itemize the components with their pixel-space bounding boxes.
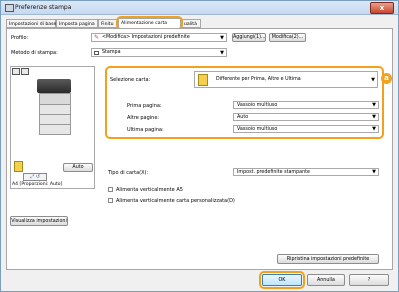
output-method-value: Stampa [102, 50, 121, 55]
paper-size-label: A4 [Proporzioni: Auto] [12, 182, 63, 187]
chevron-down-icon: ▼ [372, 126, 376, 132]
printer-icon [5, 4, 14, 12]
feed-custom-vertically-label: Alimenta verticalmente carta personalizz… [116, 198, 235, 204]
chevron-down-icon: ▼ [371, 77, 375, 83]
cancel-button[interactable]: Annulla [307, 274, 345, 286]
chevron-down-icon: ▼ [220, 50, 224, 56]
ok-button[interactable]: OK [262, 274, 302, 286]
feed-a5-vertically-checkbox[interactable] [108, 187, 113, 192]
paper-stack-icon [198, 74, 208, 86]
paper-selection-label: Selezione carta: [110, 77, 151, 83]
tab-quality[interactable]: ualità [181, 19, 201, 28]
feed-custom-vertically-checkbox[interactable] [108, 198, 113, 203]
feed-a5-vertically-label: Alimenta verticalmente A5 [116, 187, 183, 193]
tab-finishing[interactable]: Finitu [98, 19, 118, 28]
chevron-down-icon: ▼ [220, 35, 224, 41]
first-page-select[interactable]: Vassoio multiuso ▼ [233, 101, 379, 109]
pencil-icon: ✎ [94, 34, 100, 41]
printing-preferences-window: Preferenze stampa x Impostazioni di base… [0, 0, 399, 292]
add-profile-button[interactable]: Aggiungi(1)... [232, 33, 266, 42]
window-title: Preferenze stampa [15, 4, 72, 11]
restore-defaults-button[interactable]: Ripristina impostazioni predefinite [277, 254, 379, 264]
tab-basic-settings[interactable]: Impostazioni di base [6, 19, 56, 28]
layout-icons[interactable]: ⤢ ↺ [23, 173, 47, 181]
chevron-down-icon: ▼ [372, 102, 376, 108]
last-page-label: Ultima pagina: [127, 127, 164, 133]
paper-type-value: Impost. predefinite stampante [237, 170, 310, 175]
paper-stack-icon [14, 161, 23, 172]
edit-profile-button[interactable]: Modifica(2)... [269, 33, 306, 42]
other-pages-value: Auto [237, 115, 249, 120]
first-page-value: Vassoio multiuso [237, 103, 278, 108]
last-page-select[interactable]: Vassoio multiuso ▼ [233, 125, 379, 133]
output-method-select[interactable]: Stampa ▼ [91, 48, 227, 57]
last-page-value: Vassoio multiuso [237, 127, 278, 132]
profile-value: <Modifica> Impostazioni predefinite [102, 35, 190, 40]
chevron-down-icon: ▼ [372, 169, 376, 175]
tab-page-setup[interactable]: Imposta pagina [56, 19, 98, 28]
title-bar: Preferenze stampa x [1, 1, 398, 15]
paper-selection-select[interactable]: Differente per Prima, Altre e Ultima ▼ [194, 71, 378, 88]
preview-toggle-icon-2[interactable] [21, 68, 29, 75]
paper-selection-value: Differente per Prima, Altre e Ultima [216, 77, 301, 82]
print-icon [94, 51, 99, 55]
profile-select[interactable]: ✎ <Modifica> Impostazioni predefinite ▼ [91, 33, 227, 42]
tab-panel: Profilo: ✎ <Modifica> Impostazioni prede… [6, 28, 393, 270]
callout-badge: a [381, 73, 392, 84]
preview-pane: Auto ⤢ ↺ A4 [Proporzioni: Auto] [10, 66, 95, 189]
close-button[interactable]: x [370, 2, 394, 14]
profile-label: Profilo: [11, 35, 29, 41]
output-method-label: Metodo di stampa: [11, 50, 58, 56]
first-page-label: Prima pagina: [127, 103, 162, 109]
view-settings-button[interactable]: Visualizza impostazioni [10, 216, 68, 226]
auto-button[interactable]: Auto [63, 163, 93, 172]
paper-type-label: Tipo di carta(X): [108, 170, 149, 176]
help-button[interactable]: ? [349, 274, 389, 286]
printer-illustration [37, 79, 71, 135]
chevron-down-icon: ▼ [372, 114, 376, 120]
other-pages-select[interactable]: Auto ▼ [233, 113, 379, 121]
other-pages-label: Altre pagine: [127, 115, 160, 121]
paper-type-select[interactable]: Impost. predefinite stampante ▼ [233, 168, 379, 176]
preview-toggle-icon[interactable] [12, 68, 20, 75]
